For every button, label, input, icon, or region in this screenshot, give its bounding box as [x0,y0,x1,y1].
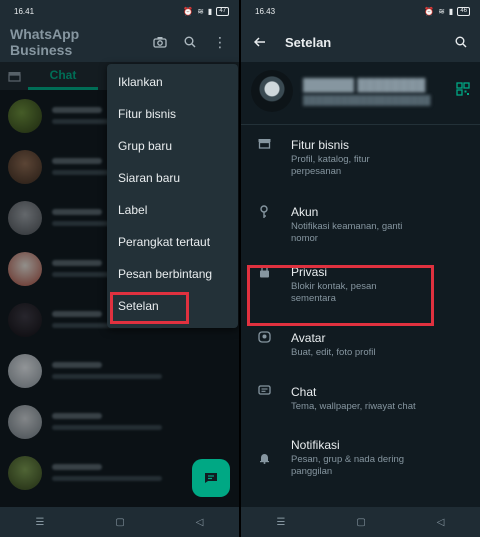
back-icon[interactable]: ◁ [196,517,204,528]
recents-icon[interactable]: ☰ [35,517,44,528]
search-icon[interactable] [452,33,470,51]
page-title: Setelan [285,34,332,50]
menu-item-iklankan[interactable]: Iklankan [107,66,238,98]
status-bar: 16.41 ⏰ ≋ ▮ 47 [0,0,239,22]
store-icon [255,138,273,152]
status-time: 16.41 [14,6,35,16]
status-bar: 16.43 ⏰ ≋ ▮ 46 [241,0,480,22]
battery-level: 47 [216,6,229,16]
alarm-icon: ⏰ [183,6,194,16]
profile-name-blurred: ██████ ████████ [303,77,426,92]
camera-icon[interactable] [151,33,169,51]
menu-item-grup-baru[interactable]: Grup baru [107,130,238,162]
menu-item-siaran-baru[interactable]: Siaran baru [107,162,238,194]
qr-code-icon[interactable] [456,81,470,101]
system-nav-bar: ☰ ▢ ◁ [241,507,480,537]
setting-chat[interactable]: Chat Tema, wallpaper, riwayat chat [241,381,480,428]
highlight-box-setelan [110,292,189,324]
home-icon[interactable]: ▢ [356,517,365,528]
highlight-box-privasi [247,265,434,326]
app-title: WhatsApp Business [10,26,80,58]
new-chat-button[interactable] [192,459,230,497]
menu-item-fitur-bisnis[interactable]: Fitur bisnis [107,98,238,130]
profile-avatar[interactable] [251,70,293,112]
recents-icon[interactable]: ☰ [276,517,285,528]
profile-row[interactable]: ██████ ████████ ████████████████████ [241,62,480,120]
status-time: 16.43 [255,6,276,16]
overflow-menu: Iklankan Fitur bisnis Grup baru Siaran b… [107,64,238,328]
avatar-icon [255,331,273,346]
bell-icon [255,438,273,467]
signal-icon: ▮ [448,6,454,16]
battery-level: 46 [457,6,470,16]
setting-notifikasi[interactable]: Notifikasi Pesan, grup & nada dering pang… [241,428,480,488]
menu-item-perangkat-tertaut[interactable]: Perangkat tertaut [107,226,238,258]
profile-status-blurred: ████████████████████ [303,94,431,105]
key-icon [255,205,273,222]
back-arrow-icon[interactable] [251,33,269,51]
system-nav-bar: ☰ ▢ ◁ [0,507,239,537]
search-icon[interactable] [181,33,199,51]
menu-item-label[interactable]: Label [107,194,238,226]
setting-avatar[interactable]: Avatar Buat, edit, foto profil [241,327,480,381]
setting-fitur-bisnis[interactable]: Fitur bisnis Profil, katalog, fitur perpe… [241,138,480,193]
left-screen: 16.41 ⏰ ≋ ▮ 47 WhatsApp Business ⋮ Chat [0,0,239,537]
app-bar: WhatsApp Business ⋮ [0,22,239,62]
signal-icon: ▮ [207,6,213,16]
wifi-icon: ≋ [197,6,204,16]
right-screen: 16.43 ⏰ ≋ ▮ 46 Setelan ██████ ████████ █… [241,0,480,537]
more-options-icon[interactable]: ⋮ [211,33,229,51]
setting-akun[interactable]: Akun Notifikasi keamanan, ganti nomor [241,193,480,259]
chat-icon [255,385,273,399]
menu-item-pesan-berbintang[interactable]: Pesan berbintang [107,258,238,290]
back-icon[interactable]: ◁ [437,517,445,528]
alarm-icon: ⏰ [424,6,435,16]
wifi-icon: ≋ [438,6,445,16]
home-icon[interactable]: ▢ [115,517,124,528]
app-bar: Setelan [241,22,480,62]
